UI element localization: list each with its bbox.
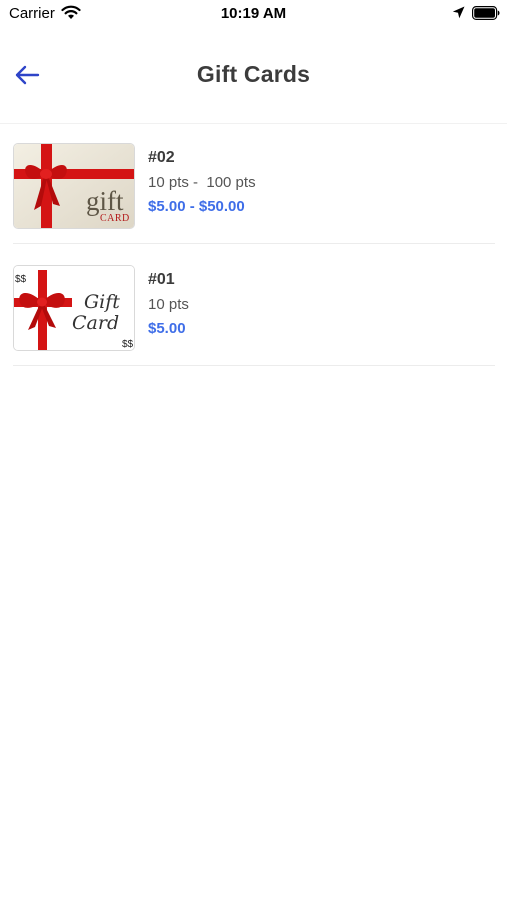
battery-icon — [472, 6, 500, 20]
gift-card-list: gift CARD #02 10 pts - 100 pts $5.00 - $… — [13, 122, 495, 366]
status-bar: Carrier 10:19 AM — [0, 0, 507, 28]
gift-card-code: #01 — [148, 271, 175, 288]
card-art-corner-mark: $$ — [122, 339, 134, 350]
clock: 10:19 AM — [220, 5, 287, 22]
gift-card-item[interactable]: gift CARD #02 10 pts - 100 pts $5.00 - $… — [13, 122, 495, 244]
gift-card-info: #02 10 pts - 100 pts $5.00 - $50.00 — [148, 143, 256, 243]
gift-card-code: #02 — [148, 149, 175, 166]
gift-card-info: #01 10 pts $5.00 — [148, 265, 189, 365]
gift-card-points: 10 pts - 100 pts — [148, 174, 256, 191]
nav-header: Gift Cards — [0, 28, 507, 124]
gift-card-item[interactable]: Gift Card $$ $$ #01 10 pts $5.00 — [13, 244, 495, 366]
card-art-text: Gift — [84, 291, 120, 313]
card-art-corner-mark: $$ — [15, 274, 27, 285]
card-art-text: gift — [86, 186, 124, 216]
page-title: Gift Cards — [196, 61, 311, 87]
gift-card-price: $5.00 — [148, 320, 186, 337]
gift-card-price: $5.00 - $50.00 — [148, 198, 245, 215]
gift-card-image: gift CARD — [13, 143, 135, 229]
card-art-subtext: CARD — [100, 213, 130, 224]
location-arrow-icon — [452, 6, 465, 19]
card-art-subtext: Card — [72, 312, 119, 334]
gift-card-points: 10 pts — [148, 296, 189, 313]
gift-card-image: Gift Card $$ $$ — [13, 265, 135, 351]
